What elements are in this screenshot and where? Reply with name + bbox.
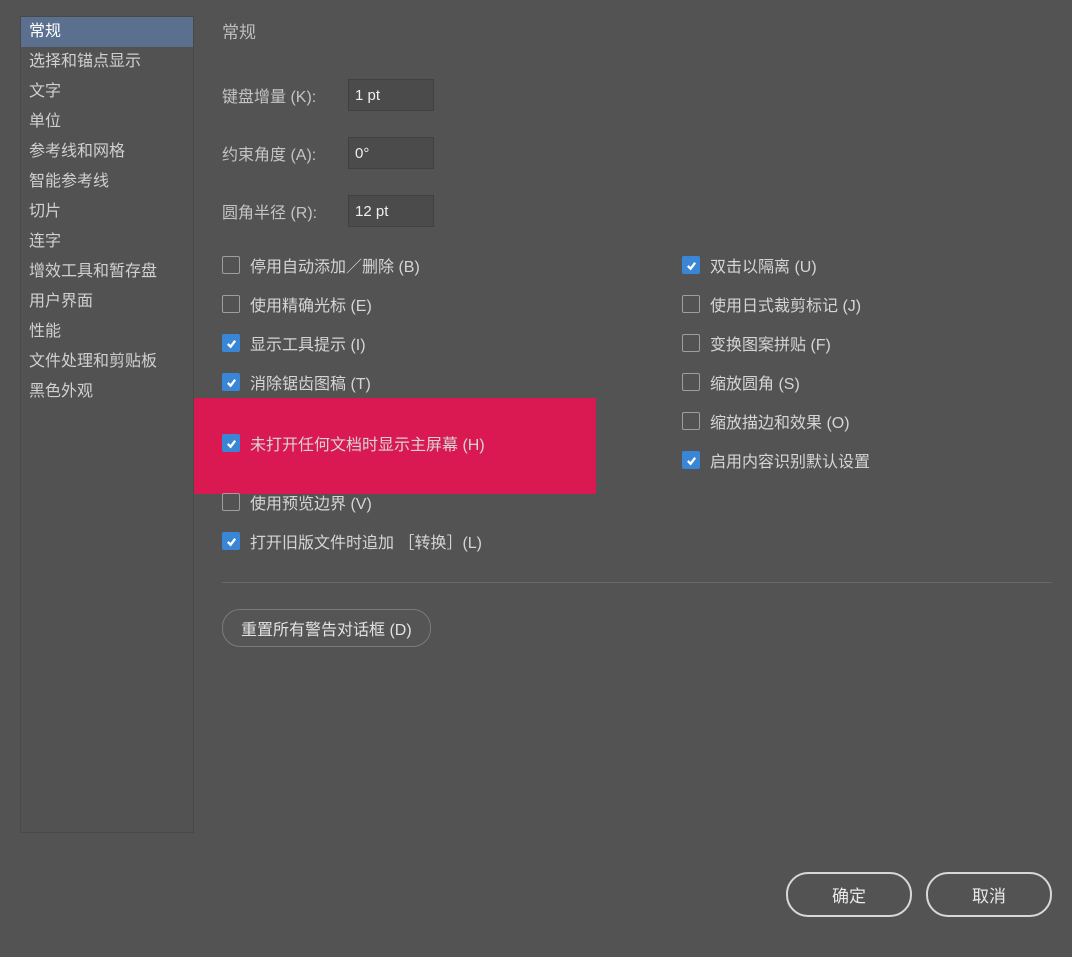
checkbox-icon[interactable]: [682, 451, 700, 469]
sidebar-item-5[interactable]: 智能参考线: [21, 167, 193, 197]
checkbox-icon[interactable]: [682, 256, 700, 274]
constrain-angle-input[interactable]: [348, 137, 434, 169]
checkbox-row-right-3[interactable]: 缩放圆角 (S): [682, 370, 1052, 394]
checkbox-icon[interactable]: [682, 373, 700, 391]
partially-obscured-row: [222, 470, 682, 476]
keyboard-increment-input[interactable]: [348, 79, 434, 111]
checkbox-icon[interactable]: [222, 373, 240, 391]
keyboard-increment-label: 键盘增量 (K):: [222, 83, 342, 107]
checkbox-label: 停用自动添加／删除 (B): [250, 253, 420, 277]
checkbox-icon[interactable]: [222, 334, 240, 352]
sidebar-item-12[interactable]: 黑色外观: [21, 377, 193, 407]
checkbox-row-left-1[interactable]: 使用精确光标 (E): [222, 292, 682, 316]
checkbox-icon[interactable]: [682, 295, 700, 313]
checkbox-row-left-2[interactable]: 显示工具提示 (I): [222, 331, 682, 355]
sidebar-item-6[interactable]: 切片: [21, 197, 193, 227]
checkbox-row-right-2[interactable]: 变换图案拼贴 (F): [682, 331, 1052, 355]
checkbox-label: 显示工具提示 (I): [250, 331, 366, 355]
checkbox-row-left-3[interactable]: 消除锯齿图稿 (T): [222, 370, 682, 394]
checkbox-row-left-4[interactable]: 未打开任何文档时显示主屏幕 (H): [222, 431, 682, 455]
sidebar-item-1[interactable]: 选择和锚点显示: [21, 47, 193, 77]
checkbox-label: 缩放圆角 (S): [710, 370, 800, 394]
sidebar-item-7[interactable]: 连字: [21, 227, 193, 257]
sidebar-item-0[interactable]: 常规: [21, 17, 193, 47]
checkbox-label: 使用日式裁剪标记 (J): [710, 292, 861, 316]
checkbox-row-right-1[interactable]: 使用日式裁剪标记 (J): [682, 292, 1052, 316]
checkbox-label: 消除锯齿图稿 (T): [250, 370, 371, 394]
checkbox-label: 使用预览边界 (V): [250, 490, 372, 514]
checkbox-label: 双击以隔离 (U): [710, 253, 817, 277]
checkbox-icon[interactable]: [222, 532, 240, 550]
checkbox-row-left-0[interactable]: 停用自动添加／删除 (B): [222, 253, 682, 277]
sidebar-item-3[interactable]: 单位: [21, 107, 193, 137]
sidebar-item-10[interactable]: 性能: [21, 317, 193, 347]
section-title: 常规: [222, 18, 1052, 43]
checkbox-row-right-5[interactable]: 启用内容识别默认设置: [682, 448, 1052, 472]
sidebar-item-8[interactable]: 增效工具和暂存盘: [21, 257, 193, 287]
checkbox-label: 启用内容识别默认设置: [710, 448, 870, 472]
sidebar-item-11[interactable]: 文件处理和剪贴板: [21, 347, 193, 377]
preferences-sidebar: 常规选择和锚点显示文字单位参考线和网格智能参考线切片连字增效工具和暂存盘用户界面…: [20, 16, 194, 833]
corner-radius-input[interactable]: [348, 195, 434, 227]
checkbox-row-right-0[interactable]: 双击以隔离 (U): [682, 253, 1052, 277]
divider: [222, 582, 1052, 583]
checkbox-icon[interactable]: [222, 434, 240, 452]
sidebar-item-4[interactable]: 参考线和网格: [21, 137, 193, 167]
checkbox-row-left-6[interactable]: 打开旧版文件时追加 ［转换］(L): [222, 529, 682, 553]
checkbox-icon[interactable]: [222, 256, 240, 274]
constrain-angle-label: 约束角度 (A):: [222, 141, 342, 165]
sidebar-item-2[interactable]: 文字: [21, 77, 193, 107]
reset-warnings-button[interactable]: 重置所有警告对话框 (D): [222, 609, 431, 647]
checkbox-label: 打开旧版文件时追加 ［转换］(L): [250, 529, 482, 553]
checkbox-label: 使用精确光标 (E): [250, 292, 372, 316]
checkbox-row-right-4[interactable]: 缩放描边和效果 (O): [682, 409, 1052, 433]
checkbox-icon[interactable]: [682, 334, 700, 352]
checkbox-icon[interactable]: [222, 295, 240, 313]
checkbox-icon[interactable]: [222, 493, 240, 511]
sidebar-item-9[interactable]: 用户界面: [21, 287, 193, 317]
corner-radius-label: 圆角半径 (R):: [222, 199, 342, 223]
checkbox-icon[interactable]: [682, 412, 700, 430]
checkbox-label: 变换图案拼贴 (F): [710, 331, 831, 355]
checkbox-row-left-5[interactable]: 使用预览边界 (V): [222, 490, 682, 514]
checkbox-label: 未打开任何文档时显示主屏幕 (H): [250, 431, 485, 455]
checkbox-label: 缩放描边和效果 (O): [710, 409, 850, 433]
